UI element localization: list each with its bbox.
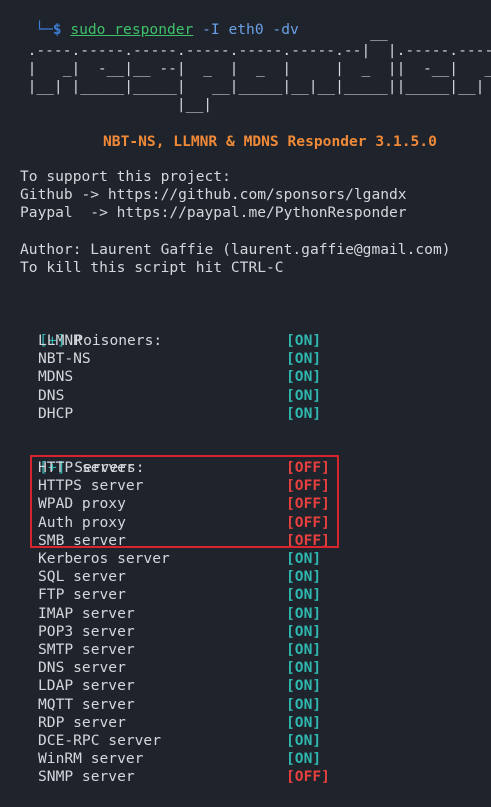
poisoner-status: [ON]	[286, 386, 322, 404]
author-line: Author: Laurent Gaffie (laurent.gaffie@g…	[20, 241, 451, 258]
server-status: [ON]	[286, 695, 322, 713]
server-status: [ON]	[286, 713, 322, 731]
server-name: MQTT server	[38, 695, 135, 713]
poisoner-name: DHCP	[38, 404, 74, 422]
server-status: [ON]	[286, 622, 322, 640]
server-name: WinRM server	[38, 750, 144, 768]
server-name: SMTP server	[38, 641, 135, 658]
server-status: [ON]	[286, 568, 322, 586]
server-name: POP3 server	[38, 622, 135, 640]
server-status: [ON]	[286, 659, 322, 677]
off-servers-highlight-box	[30, 455, 339, 548]
server-status: [ON]	[286, 677, 322, 695]
poisoner-name: DNS	[38, 386, 65, 404]
poisoner-status: [ON]	[286, 368, 322, 386]
poisoners-heading: [+] Poisoners:	[4, 314, 162, 349]
paypal-link-line[interactable]: Paypal -> https://paypal.me/PythonRespon…	[20, 204, 407, 222]
poisoner-name: LLMNR	[38, 332, 82, 349]
server-status: [OFF]	[286, 768, 330, 786]
server-name: RDP server	[38, 713, 126, 731]
server-name: LDAP server	[38, 677, 135, 695]
shell-prompt[interactable]: └─$ sudo responder -I eth0 -dv	[0, 3, 299, 38]
server-status: [ON]	[286, 641, 322, 658]
server-name: SNMP server	[38, 768, 135, 786]
server-name: SQL server	[38, 568, 126, 586]
server-status: [ON]	[286, 586, 322, 604]
poisoner-status: [ON]	[286, 332, 322, 349]
server-status: [ON]	[286, 604, 322, 622]
kill-hint-line: To kill this script hit CTRL-C	[20, 259, 284, 276]
server-status: [ON]	[286, 732, 322, 749]
poisoner-status: [ON]	[286, 350, 322, 368]
poisoner-name: MDNS	[38, 368, 74, 386]
poisoner-status: [ON]	[286, 404, 322, 422]
server-status: [ON]	[286, 550, 322, 567]
server-name: FTP server	[38, 586, 126, 604]
server-name: IMAP server	[38, 604, 135, 622]
support-heading: To support this project:	[20, 168, 231, 185]
server-name: DNS server	[38, 659, 126, 677]
poisoner-name: NBT-NS	[38, 350, 91, 368]
server-name: DCE-RPC server	[38, 732, 162, 749]
responder-title: NBT-NS, LLMNR & MDNS Responder 3.1.5.0	[103, 133, 437, 150]
server-name: Kerberos server	[38, 550, 170, 567]
server-status: [ON]	[286, 750, 322, 768]
responder-ascii-banner: __ .----.-----.-----.-----.-----.-----.-…	[27, 24, 491, 113]
github-link-line[interactable]: Github -> https://github.com/sponsors/lg…	[20, 186, 407, 204]
